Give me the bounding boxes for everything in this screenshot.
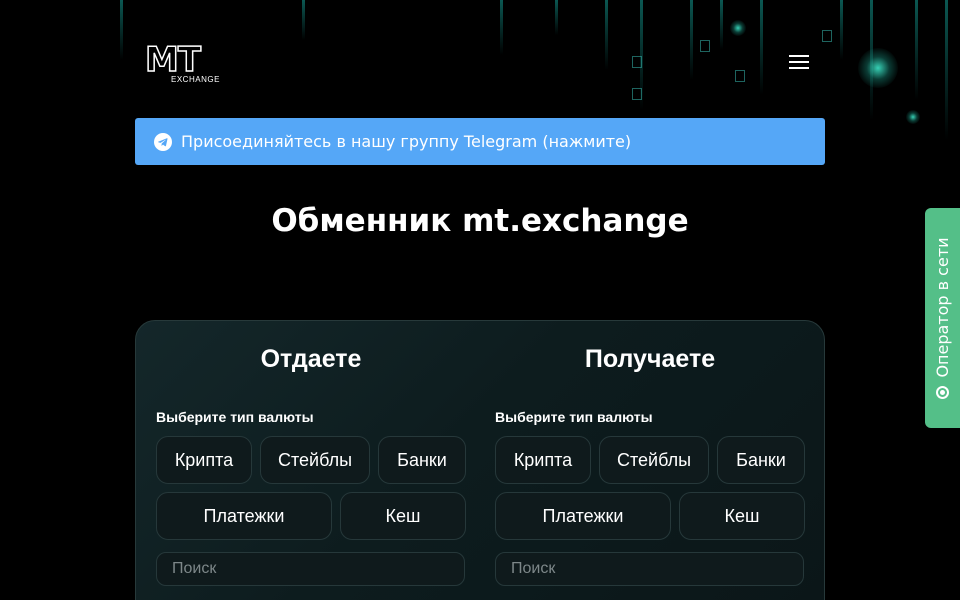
receive-title: Получаете (584, 345, 716, 373)
receive-type-payments-button[interactable]: Платежки (495, 492, 671, 540)
receive-type-banks-button[interactable]: Банки (717, 436, 805, 484)
logo-mark: MT (144, 40, 202, 80)
receive-currency-type-label: Выберите тип валюты (495, 409, 653, 425)
receive-type-crypto-button[interactable]: Крипта (495, 436, 591, 484)
site-header: MT EXCHANGE (0, 0, 960, 110)
logo[interactable]: MT EXCHANGE (144, 40, 225, 87)
telegram-banner-link[interactable]: Присоединяйтесь в нашу группу Telegram (… (135, 118, 825, 165)
receive-type-cash-button[interactable]: Кеш (679, 492, 805, 540)
give-search-input[interactable] (156, 552, 465, 586)
hamburger-menu-icon[interactable] (789, 55, 813, 73)
give-panel: Отдаете Выберите тип валюты Крипта Стейб… (156, 321, 466, 586)
telegram-icon (154, 132, 172, 151)
logo-subtitle: EXCHANGE (171, 75, 220, 84)
page-title: Обменник mt.exchange (271, 203, 689, 239)
online-dot-icon (936, 385, 949, 399)
give-title: Отдаете (260, 345, 362, 373)
give-currency-type-label: Выберите тип валюты (156, 409, 314, 425)
telegram-banner-text: Присоединяйтесь в нашу группу Telegram (… (181, 132, 632, 151)
give-type-cash-button[interactable]: Кеш (340, 492, 466, 540)
give-type-banks-button[interactable]: Банки (378, 436, 466, 484)
receive-panel: Получаете Выберите тип валюты Крипта Сте… (495, 321, 805, 586)
receive-search-input[interactable] (495, 552, 804, 586)
operator-online-tab[interactable]: Оператор в сети (925, 208, 960, 428)
give-type-stablecoins-button[interactable]: Стейблы (260, 436, 370, 484)
give-type-crypto-button[interactable]: Крипта (156, 436, 252, 484)
operator-status-label: Оператор в сети (933, 237, 952, 378)
exchange-card: Отдаете Выберите тип валюты Крипта Стейб… (135, 320, 825, 600)
receive-type-stablecoins-button[interactable]: Стейблы (599, 436, 709, 484)
give-type-payments-button[interactable]: Платежки (156, 492, 332, 540)
